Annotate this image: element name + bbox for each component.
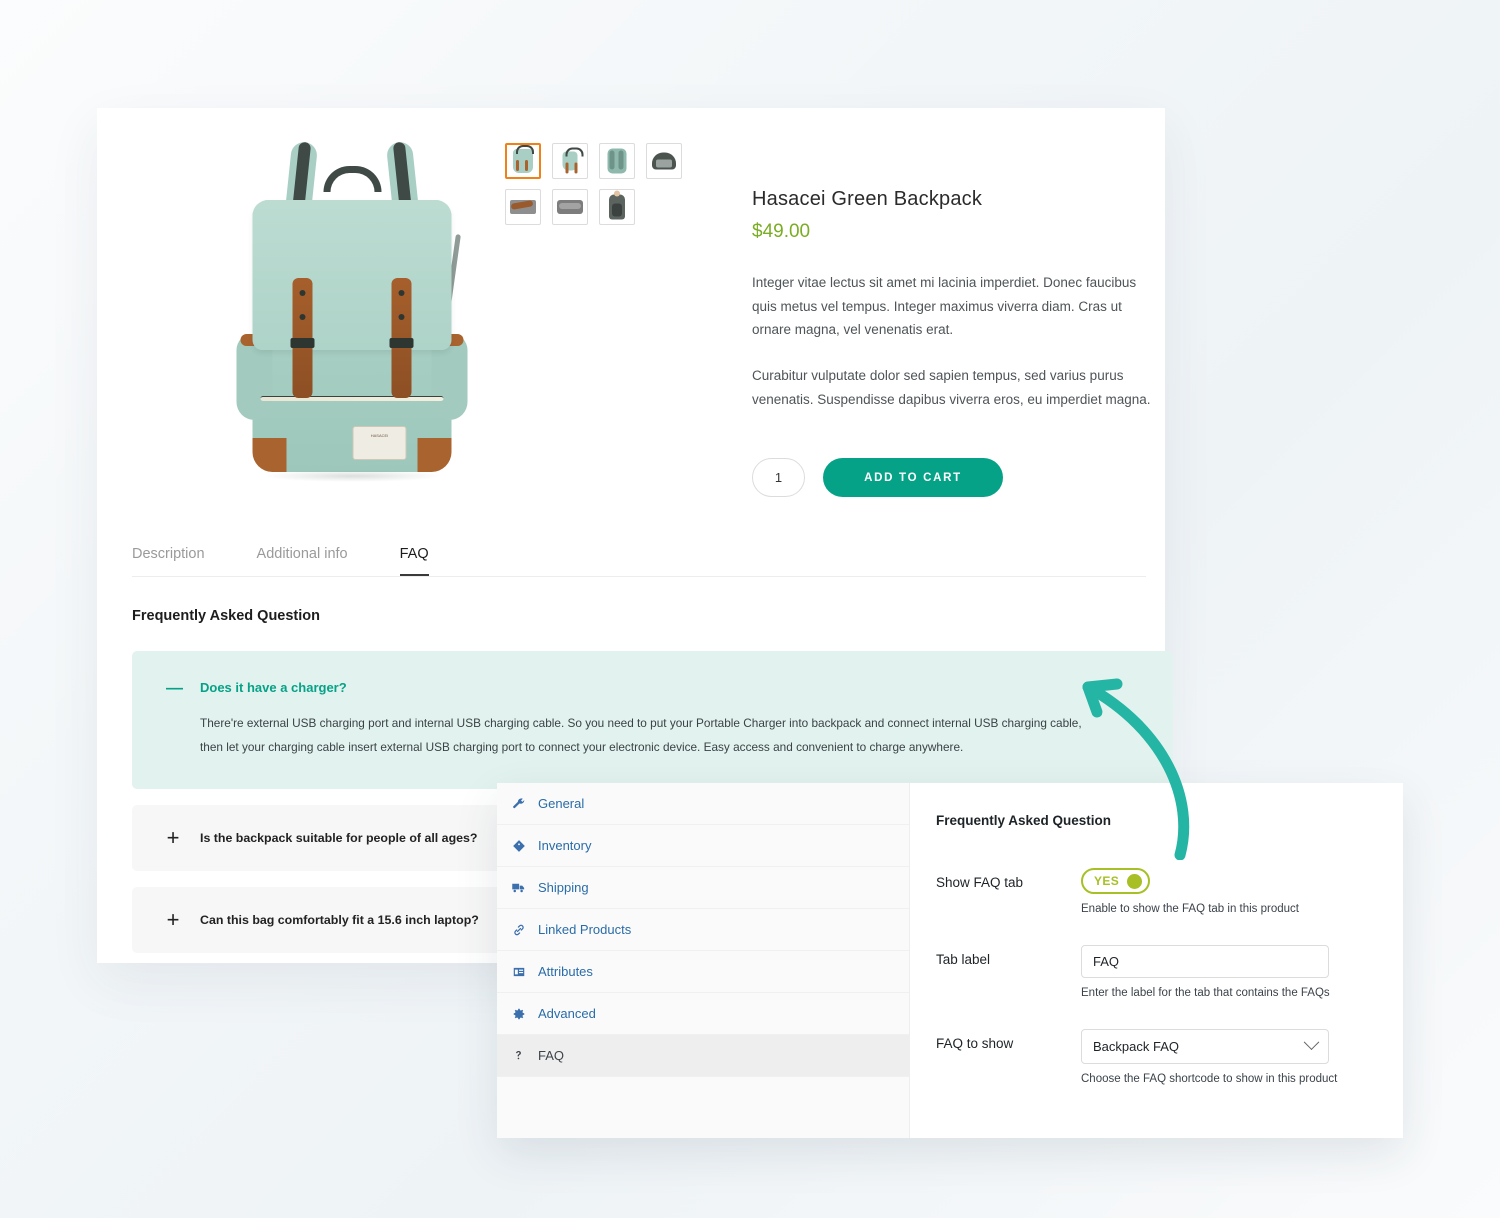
backpack-buckle-left: [290, 278, 315, 398]
show-faq-tab-label: Show FAQ tab: [936, 875, 1024, 890]
product-title: Hasacei Green Backpack: [752, 188, 983, 210]
tab-label-input[interactable]: [1081, 945, 1329, 978]
thumbnail-back[interactable]: [599, 143, 635, 179]
quantity-input[interactable]: [752, 458, 805, 497]
chevron-down-icon: [1303, 1034, 1320, 1051]
faq-section-heading: Frequently Asked Question: [132, 608, 320, 624]
product-tabs: Description Additional info FAQ: [132, 546, 1146, 577]
plus-icon: +: [166, 825, 180, 851]
tab-label-label: Tab label: [936, 952, 991, 967]
product-description-paragraph-2: Curabitur vulputate dolor sed sapien tem…: [752, 367, 1151, 407]
thumbnail-open[interactable]: [646, 143, 682, 179]
faq-item-expanded[interactable]: — Does it have a charger? There're exter…: [132, 651, 1173, 790]
backpack-flap: [252, 200, 452, 350]
faq-settings-form: Frequently Asked Question Show FAQ tab Y…: [910, 783, 1403, 1138]
backpack-bottom-left-leather: [252, 438, 287, 472]
admin-tab-attributes[interactable]: Attributes: [497, 951, 909, 993]
tag-icon: [510, 839, 527, 853]
backpack-buckle-right: [389, 278, 414, 398]
show-faq-tab-control: YES Enable to show the FAQ tab in this p…: [1081, 868, 1403, 937]
attributes-icon: [510, 965, 527, 979]
admin-tab-general[interactable]: General: [497, 783, 909, 825]
thumbnail-folded[interactable]: [552, 189, 588, 225]
truck-icon: [510, 880, 527, 895]
backpack-illustration: HASACEI: [235, 138, 470, 488]
admin-tab-sidebar: General Inventory Shipping Linked Produc…: [497, 783, 910, 1138]
backpack-handle: [323, 166, 381, 192]
toggle-value-text: YES: [1094, 874, 1120, 888]
admin-tab-linked-products[interactable]: Linked Products: [497, 909, 909, 951]
faq-question-row[interactable]: — Does it have a charger?: [166, 679, 1139, 696]
thumbnail-model[interactable]: [599, 189, 635, 225]
thumbnail-row-2: [505, 189, 695, 225]
admin-tab-label: FAQ: [538, 1048, 565, 1063]
form-heading: Frequently Asked Question: [936, 813, 1112, 828]
product-price: $49.00: [752, 221, 811, 242]
tab-faq[interactable]: FAQ: [399, 546, 429, 576]
faq-to-show-value: Backpack FAQ: [1093, 1039, 1179, 1054]
faq-to-show-control: Backpack FAQ Choose the FAQ shortcode to…: [1081, 1029, 1403, 1107]
faq-question-text: Does it have a charger?: [200, 680, 347, 695]
product-thumbnail-gallery: [505, 143, 695, 235]
backpack-front-zipper: [260, 396, 444, 401]
admin-tab-faq[interactable]: FAQ: [497, 1035, 909, 1077]
admin-tab-advanced[interactable]: Advanced: [497, 993, 909, 1035]
gear-icon: [510, 1007, 527, 1021]
thumbnail-strap-detail[interactable]: [505, 189, 541, 225]
admin-tab-inventory[interactable]: Inventory: [497, 825, 909, 867]
thumbnail-front[interactable]: [505, 143, 541, 179]
add-to-cart-row: ADD TO CART: [752, 458, 1003, 497]
link-icon: [510, 923, 527, 937]
faq-answer-text: There're external USB charging port and …: [200, 716, 1082, 754]
faq-to-show-label: FAQ to show: [936, 1036, 1014, 1051]
product-data-admin-panel: General Inventory Shipping Linked Produc…: [497, 783, 1403, 1138]
admin-tab-label: Inventory: [538, 838, 592, 853]
admin-tab-label: Shipping: [538, 880, 589, 895]
faq-question-text: Can this bag comfortably fit a 15.6 inch…: [200, 913, 479, 928]
faq-to-show-select[interactable]: Backpack FAQ: [1081, 1029, 1329, 1064]
faq-to-show-row: FAQ to show Backpack FAQ Choose the FAQ …: [936, 1029, 1403, 1107]
tab-description[interactable]: Description: [132, 546, 205, 576]
question-icon: [510, 1049, 527, 1062]
admin-tab-label: Advanced: [538, 1006, 596, 1021]
show-faq-tab-toggle[interactable]: YES: [1081, 868, 1151, 894]
tab-label-help: Enter the label for the tab that contain…: [1081, 987, 1330, 999]
product-top-section: HASACEI Hasacei Green Backpack $49.00 In…: [97, 108, 1165, 528]
thumbnail-row-1: [505, 143, 695, 179]
minus-icon: —: [166, 678, 183, 697]
backpack-bottom-right-leather: [417, 438, 452, 472]
tab-additional-info[interactable]: Additional info: [257, 546, 348, 576]
show-faq-tab-help: Enable to show the FAQ tab in this produ…: [1081, 903, 1299, 915]
wrench-icon: [510, 797, 527, 811]
product-main-image[interactable]: HASACEI: [207, 128, 497, 508]
backpack-brand-label: HASACEI: [352, 426, 407, 460]
admin-tab-shipping[interactable]: Shipping: [497, 867, 909, 909]
admin-tab-label: Attributes: [538, 964, 593, 979]
add-to-cart-button[interactable]: ADD TO CART: [823, 458, 1003, 497]
product-description-paragraph-1: Integer vitae lectus sit amet mi lacinia…: [752, 275, 1137, 338]
plus-icon: +: [166, 907, 180, 933]
backpack-shadow: [262, 470, 443, 482]
product-info: Hasacei Green Backpack $49.00 Integer vi…: [752, 188, 1152, 411]
show-faq-tab-row: Show FAQ tab YES Enable to show the FAQ …: [936, 868, 1403, 937]
faq-question-text: Is the backpack suitable for people of a…: [200, 831, 478, 846]
faq-to-show-help: Choose the FAQ shortcode to show in this…: [1081, 1073, 1338, 1085]
toggle-knob: [1127, 873, 1143, 889]
admin-tab-label: General: [538, 796, 585, 811]
tab-label-control: Enter the label for the tab that contain…: [1081, 945, 1403, 1021]
thumbnail-front-alt[interactable]: [552, 143, 588, 179]
tab-label-row: Tab label Enter the label for the tab th…: [936, 945, 1403, 1021]
admin-tab-label: Linked Products: [538, 922, 632, 937]
